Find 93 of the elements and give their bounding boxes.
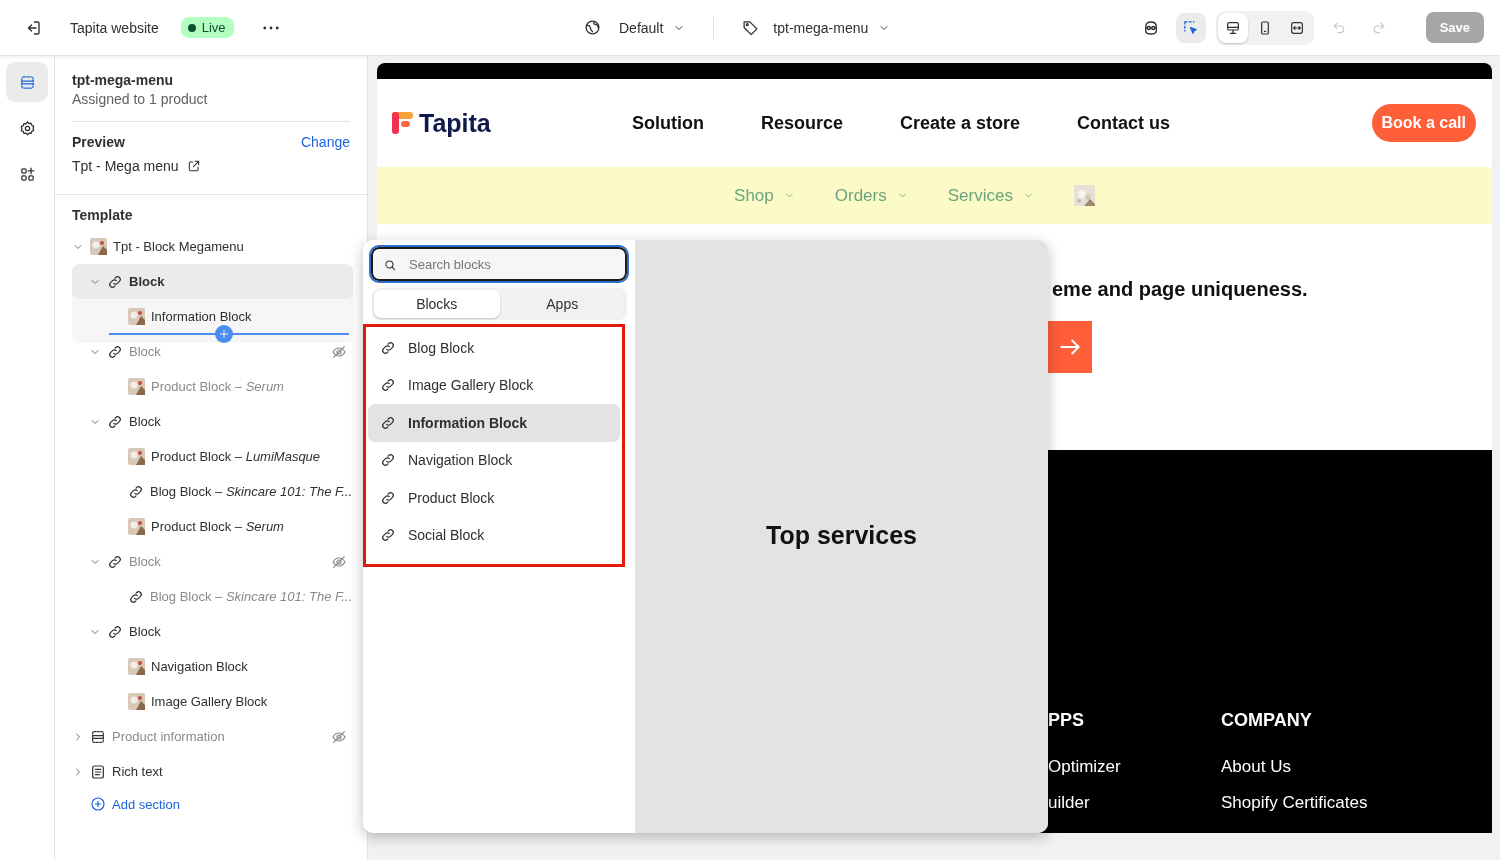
link-icon	[128, 588, 144, 605]
link-icon	[107, 343, 123, 360]
search-field[interactable]: Search blocks	[371, 247, 627, 281]
block-option[interactable]: Information Block	[368, 404, 620, 442]
more-icon	[262, 25, 279, 30]
eye-off-icon	[331, 553, 347, 570]
link-icon	[380, 489, 396, 506]
desktop-icon	[1224, 19, 1241, 36]
tree-item[interactable]: Block	[72, 614, 353, 649]
footer-link[interactable]: uilder	[1048, 793, 1221, 813]
tab[interactable]: Apps	[499, 290, 625, 318]
sections-icon	[18, 73, 36, 91]
preview-heading: Top services	[766, 521, 917, 550]
change-link[interactable]: Change	[300, 134, 350, 150]
tree-item[interactable]: Navigation Block	[72, 649, 353, 684]
tree-item[interactable]: Product information	[72, 719, 353, 754]
tree-item[interactable]: Product Block – LumiMasque	[72, 439, 353, 474]
plus-icon	[218, 328, 230, 340]
apps-icon	[18, 165, 36, 183]
block-option[interactable]: Navigation Block	[368, 441, 620, 479]
status-dot-icon	[187, 23, 196, 32]
footer-link[interactable]: Shopify Certificates	[1221, 793, 1492, 813]
link-icon	[107, 273, 123, 290]
status-badge: Live	[180, 17, 234, 38]
link-icon	[380, 452, 396, 469]
thumbnail-icon	[128, 693, 145, 710]
theme-dropdown[interactable]: Default	[578, 15, 692, 40]
tree-item[interactable]: Tpt - Block Megamenu	[72, 229, 353, 264]
tree-item[interactable]: Blog Block – Skincare 101: The F...	[72, 474, 353, 509]
site-name: Tapita website	[70, 19, 159, 36]
nav-link[interactable]: Contact us	[1077, 112, 1171, 134]
add-section-link[interactable]: Add section	[90, 789, 353, 819]
select-cursor-icon	[1182, 19, 1200, 36]
external-link-icon	[186, 159, 201, 173]
link-icon	[107, 623, 123, 640]
arrow-button[interactable]	[1048, 321, 1092, 373]
link-icon	[380, 339, 396, 356]
thumbnail-icon	[128, 448, 145, 465]
tree-item[interactable]: Image Gallery Block	[72, 684, 353, 719]
link-icon	[380, 377, 396, 394]
link-icon	[107, 553, 123, 570]
preview-value: Tpt - Mega menu	[72, 158, 179, 174]
thumbnail-icon	[128, 518, 145, 535]
tree-item[interactable]: Blog Block – Skincare 101: The F...	[72, 579, 353, 614]
nav-link[interactable]: Resource	[761, 112, 844, 134]
nav-link[interactable]: Solution	[632, 112, 704, 134]
thumbnail-icon	[128, 308, 145, 325]
fit-width-icon	[1288, 19, 1305, 36]
tag-icon	[742, 19, 760, 36]
eye-off-icon	[331, 343, 347, 360]
footer-heading: COMPANY	[1221, 710, 1313, 731]
eye-off-icon	[331, 728, 347, 745]
tree-item[interactable]: Information Block	[72, 299, 353, 334]
tree-item[interactable]: Product Block – Serum	[72, 369, 353, 404]
text-block-icon	[90, 763, 106, 780]
plus-circle-icon	[90, 796, 106, 812]
thumbnail-icon	[128, 658, 145, 675]
tree-item[interactable]: Block	[72, 404, 353, 439]
block-option[interactable]: Social Block	[368, 516, 620, 554]
link-icon	[380, 414, 396, 431]
globe-icon	[584, 19, 601, 36]
template-title: tpt-mega-menu	[72, 72, 175, 88]
section-icon	[90, 728, 106, 745]
settings-icon	[18, 119, 36, 137]
select-tool-button[interactable]	[1175, 12, 1206, 43]
tree-item[interactable]: Product Block – Serum	[72, 509, 353, 544]
template-dropdown[interactable]: tpt-mega-menu	[736, 15, 897, 40]
device-button[interactable]	[1217, 12, 1248, 43]
link-icon	[128, 483, 144, 500]
link-icon	[380, 527, 396, 544]
block-option[interactable]: Image Gallery Block	[368, 366, 620, 404]
preview-label: Preview	[72, 134, 125, 150]
tab[interactable]: Blocks	[374, 290, 500, 318]
assignment-text: Assigned to 1 product	[72, 91, 350, 122]
link-icon	[107, 413, 123, 430]
logo-icon	[392, 112, 414, 134]
search-icon	[383, 258, 397, 272]
tree-item[interactable]: Block	[72, 544, 353, 579]
tree-item[interactable]: Block	[72, 264, 353, 299]
add-block-button[interactable]	[215, 325, 233, 343]
tree-item[interactable]: Block	[72, 334, 353, 369]
logo-text: Tapita	[419, 108, 491, 138]
footer-link[interactable]: About Us	[1221, 757, 1492, 777]
block-option[interactable]: Blog Block	[368, 329, 620, 367]
template-heading: Template	[72, 207, 134, 223]
hero-heading: eme and page uniqueness.	[1052, 278, 1309, 301]
thumbnail-icon	[128, 378, 145, 395]
tree-item[interactable]: Rich text	[72, 754, 353, 789]
nav-link[interactable]: Create a store	[900, 112, 1021, 134]
block-option[interactable]: Product Block	[368, 479, 620, 517]
thumbnail-icon	[90, 238, 107, 255]
footer-link[interactable]: Optimizer	[1048, 757, 1221, 777]
footer-heading: PPS	[1048, 710, 1086, 731]
